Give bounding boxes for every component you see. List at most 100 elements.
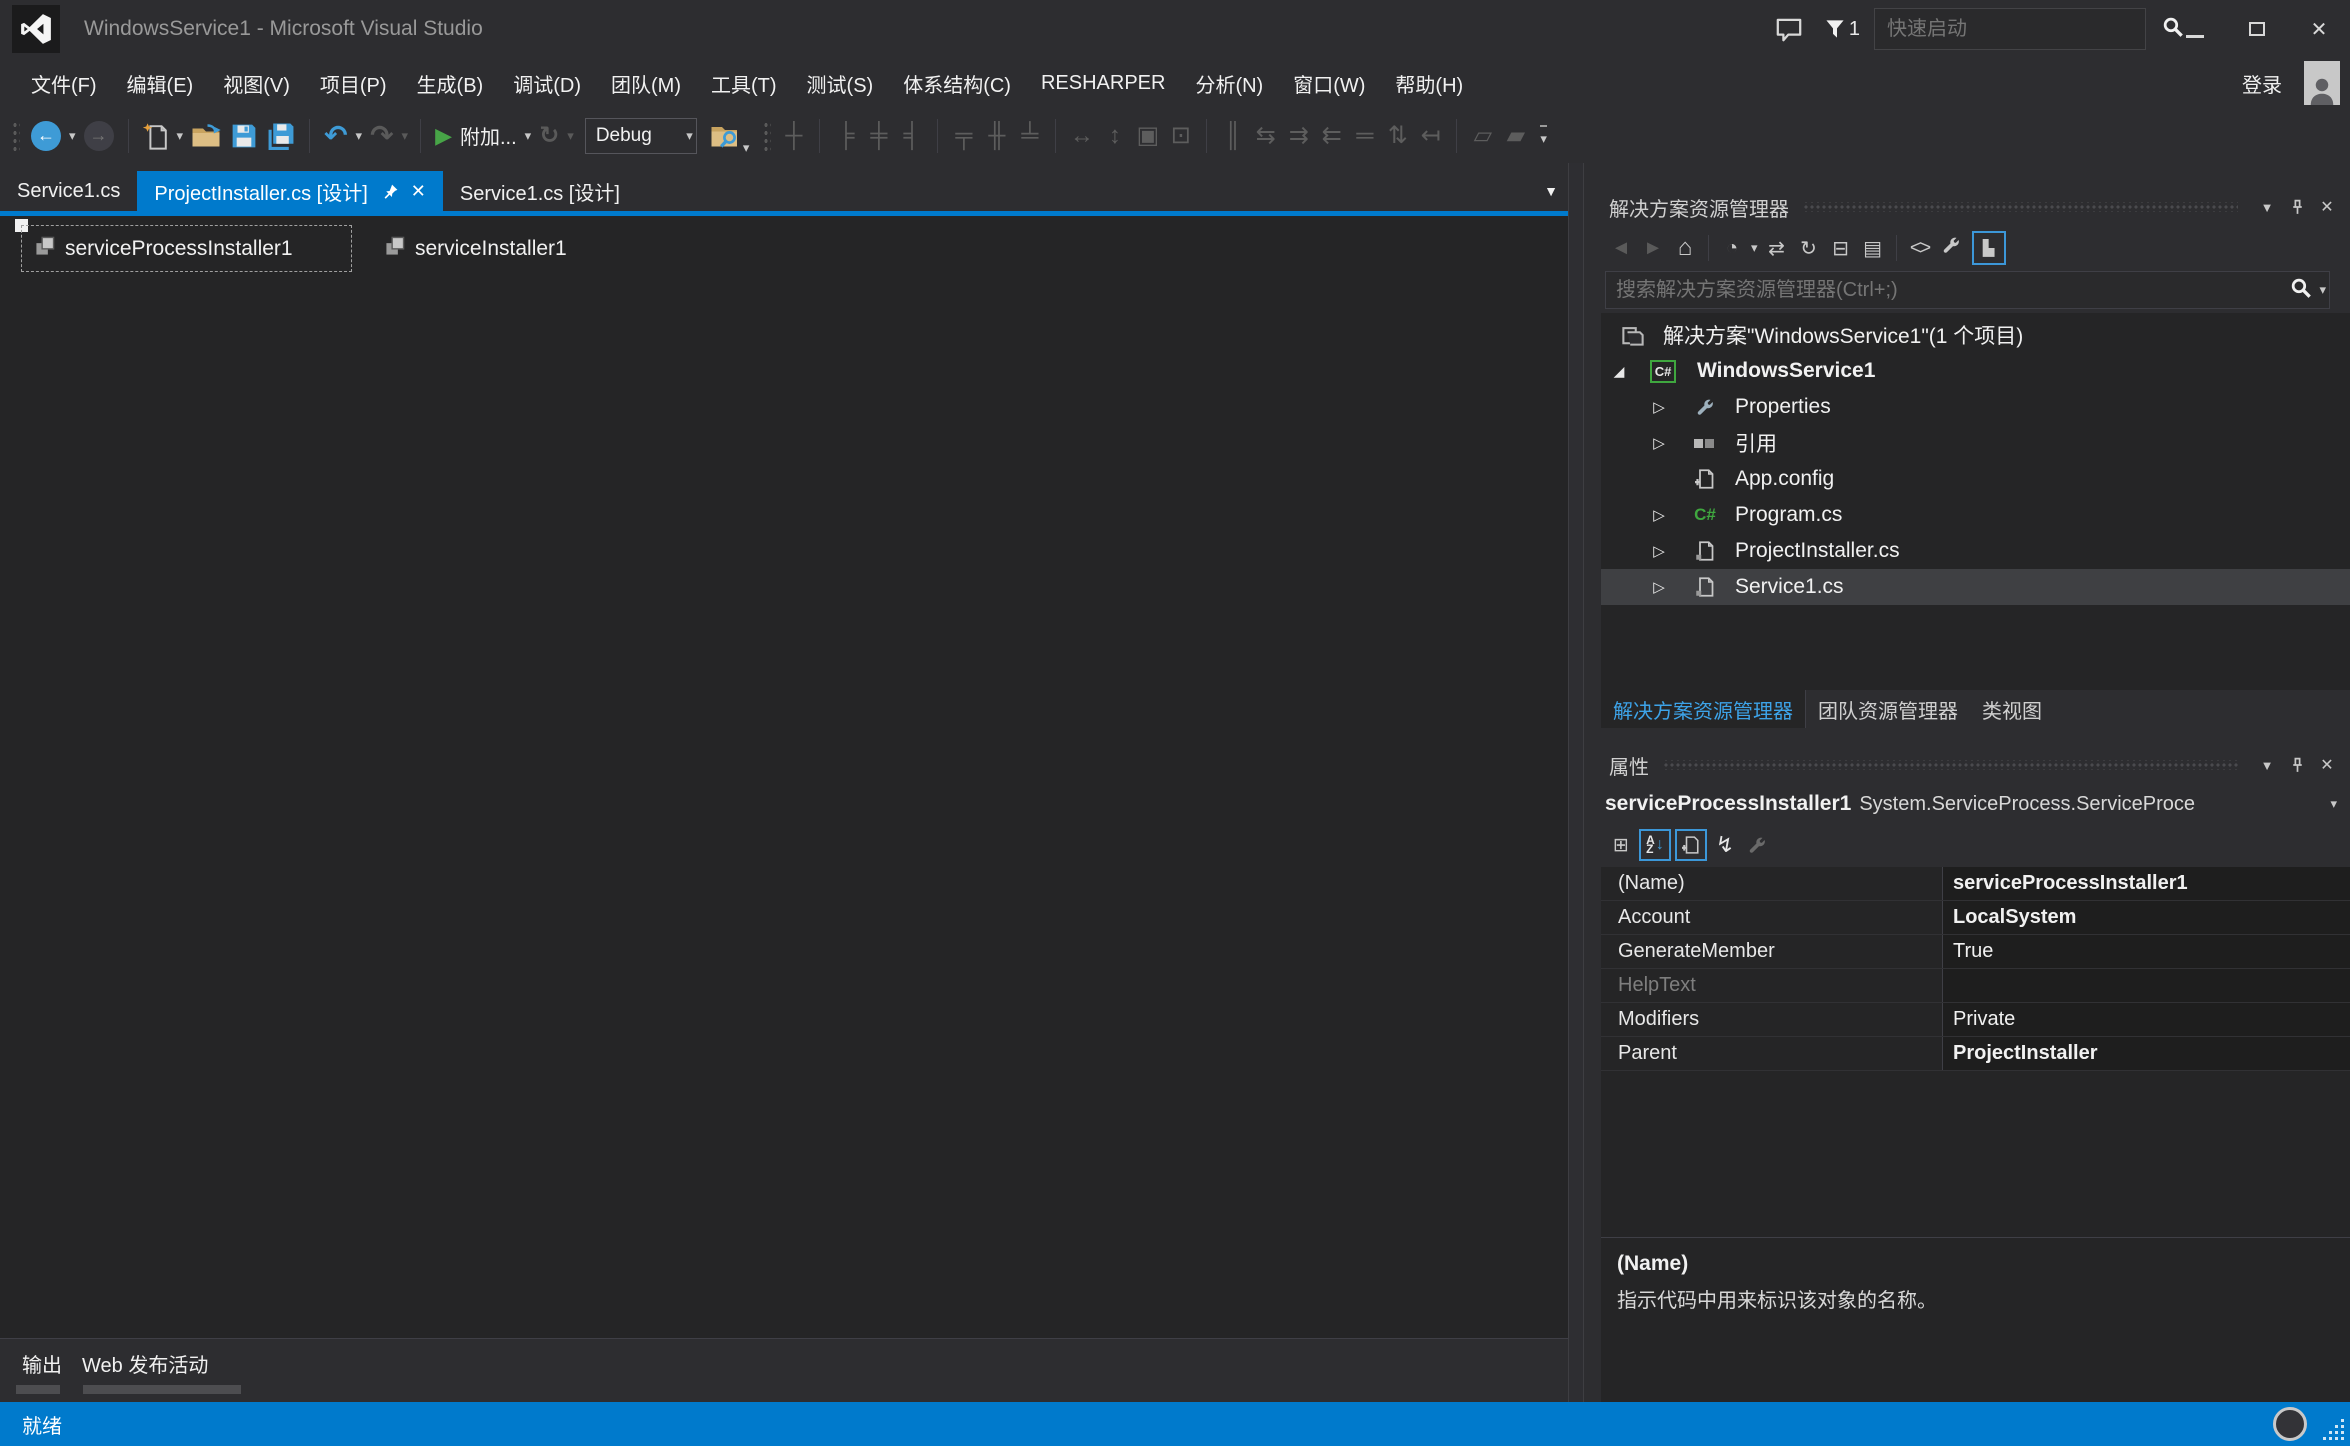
pin-panel-icon[interactable] <box>2282 199 2312 216</box>
property-name[interactable]: HelpText <box>1601 969 1943 1002</box>
show-all-files-icon[interactable]: ▤ <box>1857 236 1889 261</box>
view-code-icon[interactable]: <> <box>1904 237 1936 260</box>
minimize-button[interactable] <box>2164 7 2226 51</box>
user-avatar[interactable] <box>2304 61 2340 105</box>
menu-view[interactable]: 视图(V) <box>208 61 305 106</box>
maximize-button[interactable] <box>2226 7 2288 51</box>
align-rights-icon[interactable]: ╡ <box>895 122 928 150</box>
menu-test[interactable]: 测试(S) <box>792 61 889 106</box>
property-value[interactable]: Private <box>1943 1003 2350 1036</box>
tree-row-properties[interactable]: ▷ Properties <box>1601 389 2350 425</box>
expander-expanded-icon[interactable]: ◢ <box>1609 363 1629 380</box>
redo-dropdown[interactable]: ▾ <box>399 128 412 144</box>
new-file-dropdown[interactable]: ▾ <box>174 128 187 144</box>
quick-launch-box[interactable] <box>1874 8 2146 50</box>
tree-row-projectinstaller-cs[interactable]: ▷ ProjectInstaller.cs <box>1601 533 2350 569</box>
close-panel-icon[interactable]: ✕ <box>2312 197 2342 217</box>
selected-object-combo[interactable]: serviceProcessInstaller1 System.ServiceP… <box>1601 785 2350 823</box>
decrease-horizontal-spacing-icon[interactable]: ⇉ <box>1282 121 1315 150</box>
filter-dropdown[interactable]: ▾ <box>1748 240 1761 256</box>
increase-vertical-spacing-icon[interactable]: ⇅ <box>1381 121 1414 150</box>
home-icon[interactable]: ⌂ <box>1669 234 1701 262</box>
tab-solution-explorer[interactable]: 解决方案资源管理器 <box>1601 690 1806 728</box>
menu-resharper[interactable]: RESHARPER <box>1026 64 1180 103</box>
publish-status-icon[interactable] <box>2273 1407 2307 1441</box>
tree-row-program-cs[interactable]: ▷ C# Program.cs <box>1601 497 2350 533</box>
tab-list-dropdown[interactable]: ▼ <box>1544 183 1558 199</box>
solution-search-input[interactable] <box>1606 279 2286 302</box>
menu-team[interactable]: 团队(M) <box>596 61 696 106</box>
properties-icon[interactable] <box>1936 236 1968 261</box>
property-name[interactable]: Parent <box>1601 1037 1943 1070</box>
undo-button[interactable]: ↶ <box>319 116 352 156</box>
tab-team-explorer[interactable]: 团队资源管理器 <box>1806 690 1970 728</box>
align-middles-icon[interactable]: ╫ <box>980 122 1013 150</box>
menu-architecture[interactable]: 体系结构(C) <box>888 61 1026 106</box>
save-button[interactable] <box>226 116 262 156</box>
tree-row-service1-cs[interactable]: ▷ Service1.cs <box>1601 569 2350 605</box>
tree-row-app-config[interactable]: App.config <box>1601 461 2350 497</box>
back-icon[interactable]: ◄ <box>1605 237 1637 260</box>
expander-collapsed-icon[interactable]: ▷ <box>1649 398 1669 416</box>
output-tool-tab[interactable]: 输出 <box>22 1349 62 1378</box>
expander-collapsed-icon[interactable]: ▷ <box>1649 506 1669 524</box>
decrease-vertical-spacing-icon[interactable]: ↤ <box>1414 121 1447 150</box>
properties-view-icon[interactable] <box>1675 829 1707 861</box>
restart-dropdown[interactable]: ▾ <box>564 128 577 144</box>
tab-projectinstaller-design[interactable]: ProjectInstaller.cs [设计] ✕ <box>137 171 443 211</box>
property-name[interactable]: Modifiers <box>1601 1003 1943 1036</box>
expander-collapsed-icon[interactable]: ▷ <box>1649 578 1669 596</box>
navigate-back-button[interactable]: ← <box>26 116 66 156</box>
remove-horizontal-spacing-icon[interactable]: ⇇ <box>1315 121 1348 150</box>
quick-launch-input[interactable] <box>1875 18 2152 41</box>
size-to-grid-icon[interactable]: ⊡ <box>1164 121 1197 150</box>
menu-project[interactable]: 项目(P) <box>305 61 402 106</box>
collapse-all-icon[interactable]: ⊟ <box>1825 236 1857 261</box>
forward-icon[interactable]: ► <box>1637 237 1669 260</box>
toolbar-grip[interactable] <box>12 121 20 151</box>
events-icon[interactable]: ↯ <box>1709 829 1741 861</box>
undo-dropdown[interactable]: ▾ <box>353 128 366 144</box>
properties-header[interactable]: 属性 ▼ ✕ <box>1601 745 2350 785</box>
tree-row-solution[interactable]: 解决方案"WindowsService1"(1 个项目) <box>1601 317 2350 353</box>
navigate-back-dropdown[interactable]: ▾ <box>66 128 79 144</box>
save-all-button[interactable] <box>262 116 300 156</box>
web-publish-activity-tool-tab[interactable]: Web 发布活动 <box>82 1349 208 1378</box>
align-centers-icon[interactable]: ╪ <box>862 122 895 150</box>
find-in-files-button[interactable]: ▾ <box>705 116 758 156</box>
menu-build[interactable]: 生成(B) <box>402 61 499 106</box>
editor-vertical-scrollbar[interactable] <box>1568 163 1584 1402</box>
make-vertical-spacing-equal-icon[interactable]: ═ <box>1348 122 1381 150</box>
menu-debug[interactable]: 调试(D) <box>498 61 596 106</box>
tab-class-view[interactable]: 类视图 <box>1970 690 2054 728</box>
send-to-back-icon[interactable]: ▰ <box>1499 121 1532 150</box>
pin-tab-icon[interactable] <box>382 183 399 200</box>
tree-row-references[interactable]: ▷ 引用 <box>1601 425 2350 461</box>
categorized-icon[interactable]: ⊞ <box>1605 829 1637 861</box>
tree-row-project-windowsservice1[interactable]: ◢ C# WindowsService1 <box>1601 353 2350 389</box>
menu-edit[interactable]: 编辑(E) <box>112 61 209 106</box>
tab-service1-cs[interactable]: Service1.cs <box>0 171 137 211</box>
align-tops-icon[interactable]: ╤ <box>947 122 980 150</box>
close-tab-icon[interactable]: ✕ <box>411 181 426 202</box>
sync-with-active-document-icon[interactable]: ⇄ <box>1761 236 1793 261</box>
pending-changes-filter-icon[interactable]: ◔ <box>1716 237 1748 260</box>
menu-tools[interactable]: 工具(T) <box>696 61 792 106</box>
close-panel-icon[interactable]: ✕ <box>2312 755 2342 775</box>
solution-search-box[interactable]: ▾ <box>1605 271 2330 309</box>
notifications-flag[interactable]: 1 <box>1825 18 1860 41</box>
snap-to-grid-icon[interactable]: ┼ <box>777 122 810 150</box>
solution-configuration-combo[interactable]: Debug ▾ <box>585 118 697 154</box>
make-horizontal-spacing-equal-icon[interactable]: ║ <box>1216 122 1249 150</box>
restart-button[interactable]: ↻ <box>534 116 564 156</box>
window-position-dropdown[interactable]: ▼ <box>2252 758 2282 773</box>
attach-dropdown[interactable]: ▾ <box>522 128 535 144</box>
panel-drag-area[interactable] <box>1663 760 2238 770</box>
property-pages-icon[interactable] <box>1741 829 1773 861</box>
component-serviceprocessinstaller1[interactable]: serviceProcessInstaller1 <box>21 225 352 272</box>
preview-selected-items-toggle[interactable]: ▙ <box>1972 231 2006 265</box>
pin-panel-icon[interactable] <box>2282 757 2312 774</box>
expander-collapsed-icon[interactable]: ▷ <box>1649 434 1669 452</box>
search-options-dropdown[interactable]: ▾ <box>2316 282 2329 298</box>
panel-drag-area[interactable] <box>1803 202 2238 212</box>
